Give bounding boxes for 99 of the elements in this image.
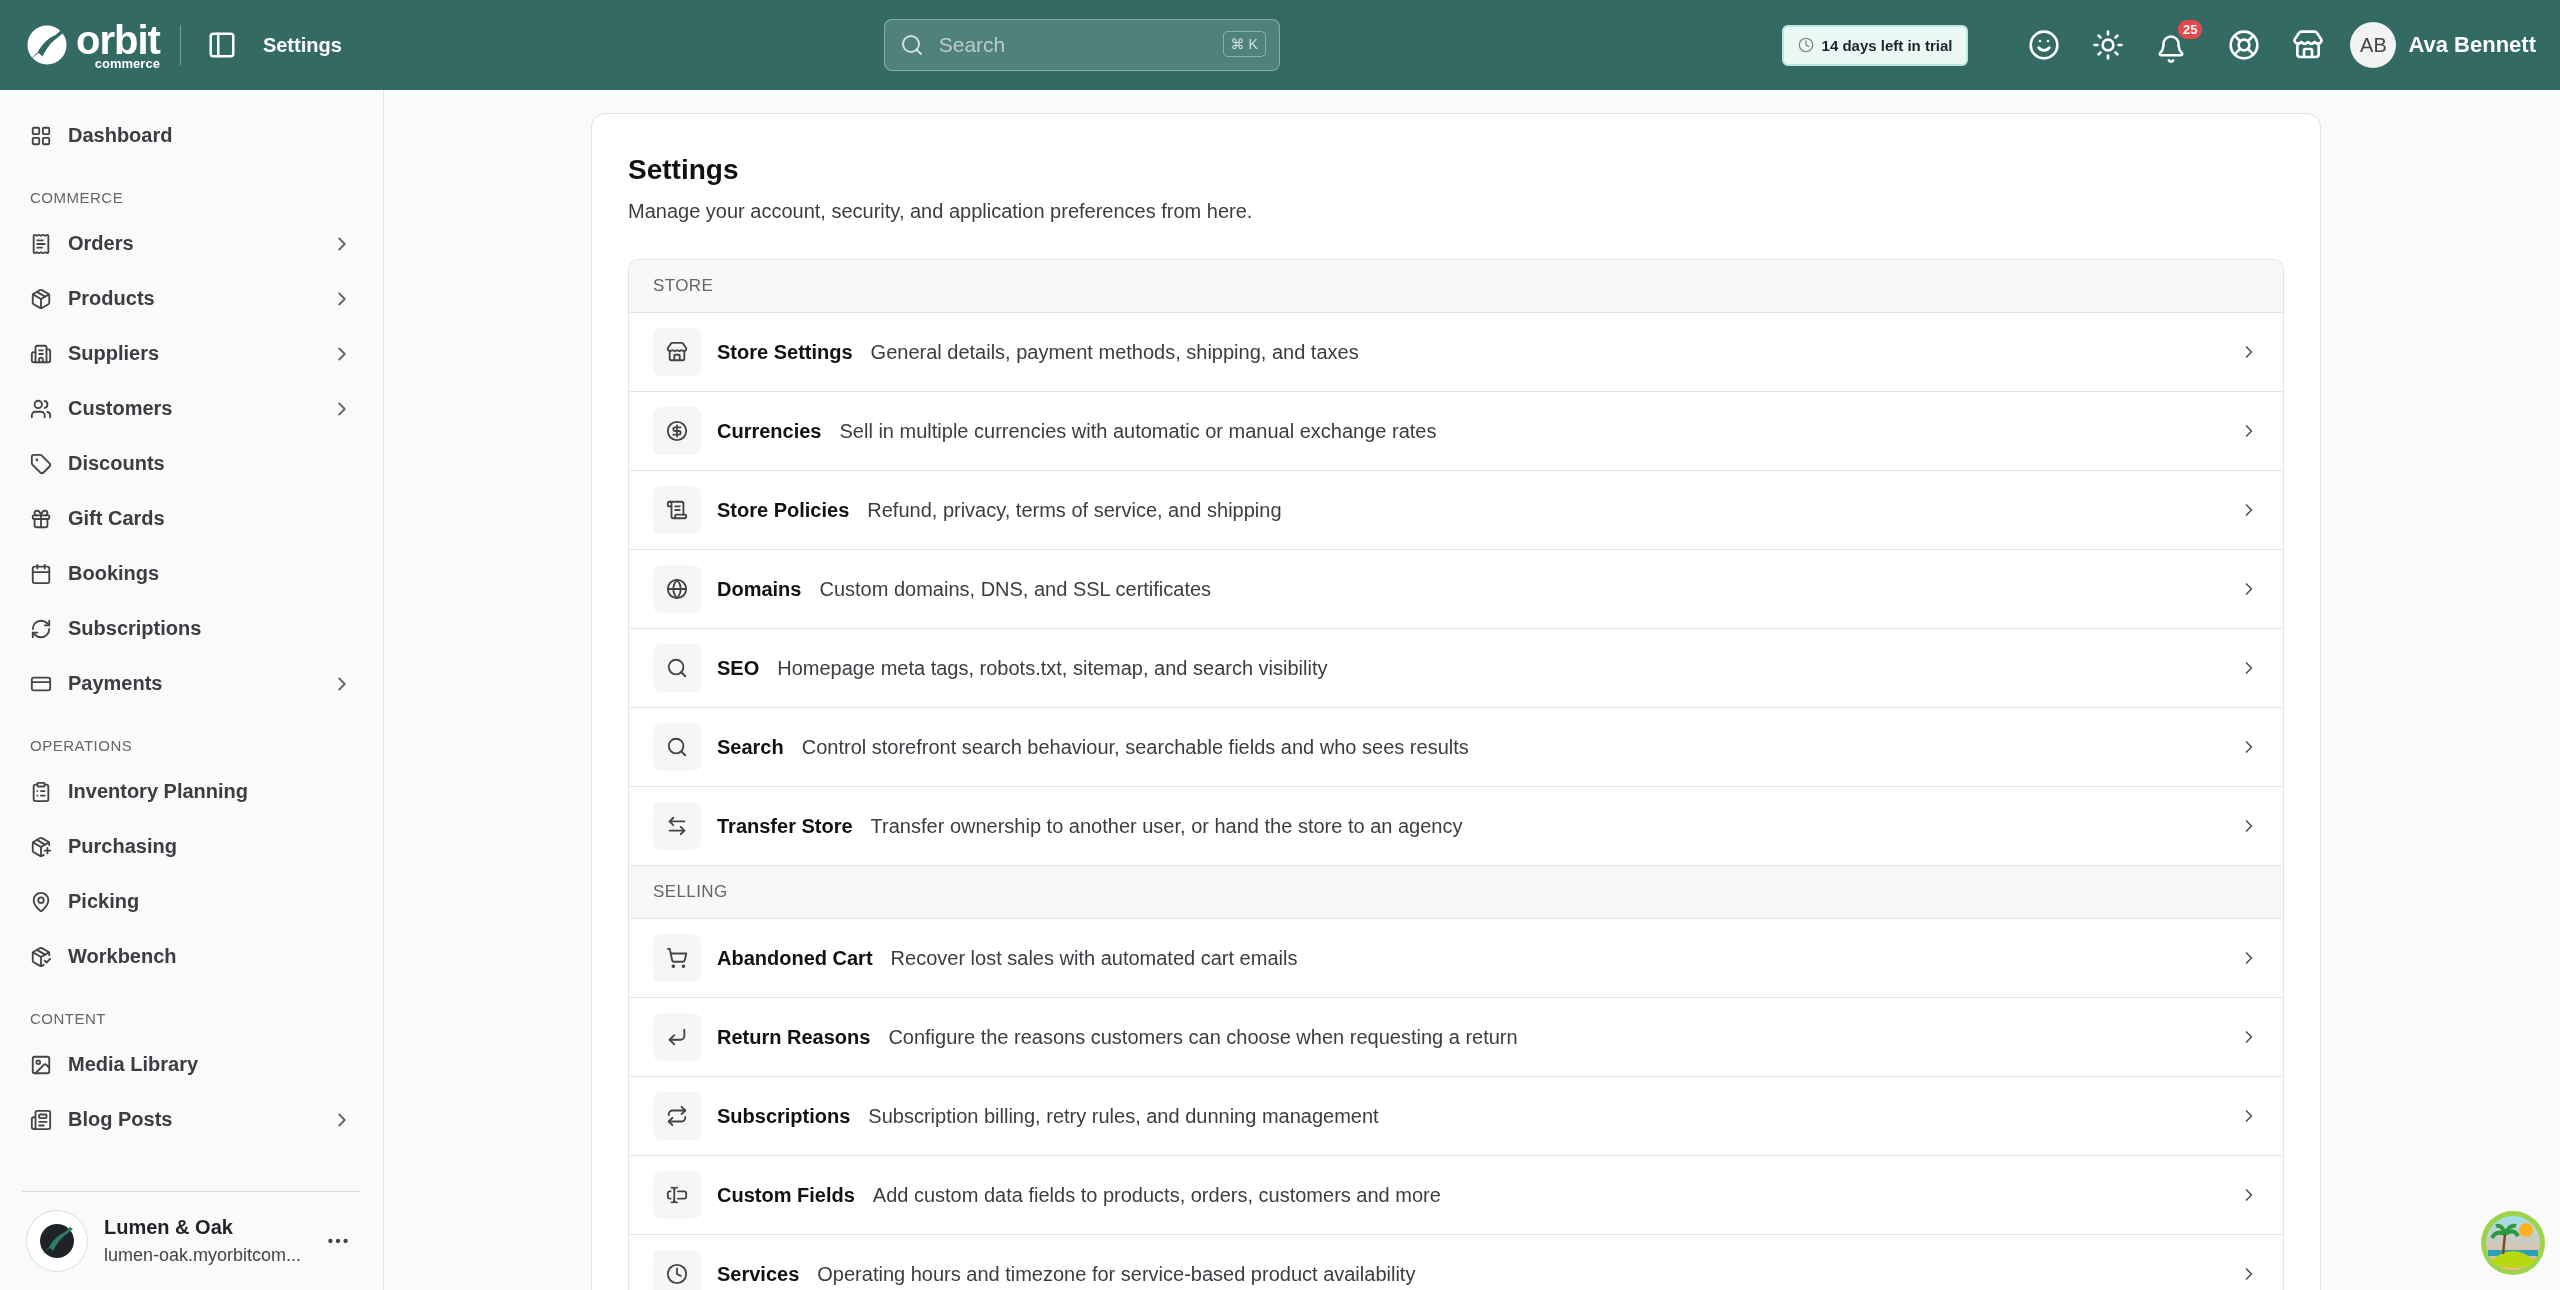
nav-icon bbox=[30, 617, 52, 640]
row-title: Services bbox=[717, 1262, 800, 1286]
row-icon bbox=[653, 934, 701, 982]
sidebar-item[interactable]: Workbench bbox=[22, 929, 361, 984]
row-title: Search bbox=[717, 735, 784, 759]
section-title: OPERATIONS bbox=[30, 737, 134, 754]
settings-row[interactable]: Abandoned Cart Recover lost sales with automated cart emails bbox=[629, 919, 2283, 998]
settings-row[interactable]: Subscriptions Subscription billing, retry rules, and dunning management bbox=[629, 1077, 2283, 1156]
row-title: Currencies bbox=[717, 419, 822, 443]
row-icon bbox=[653, 644, 701, 692]
row-title: Subscriptions bbox=[717, 1104, 851, 1128]
settings-subtitle: Manage your account, security, and application preferences from here. bbox=[628, 200, 1254, 223]
row-title: Store Policies bbox=[717, 498, 850, 522]
page-title: Settings bbox=[262, 33, 342, 57]
sidebar-item[interactable]: Dashboard bbox=[22, 108, 361, 163]
settings-row[interactable]: Custom Fields Add custom data fields to products, orders, customers and more bbox=[629, 1156, 2283, 1235]
sidebar-item[interactable]: Blog Posts bbox=[22, 1092, 361, 1147]
section-title: COMMERCE bbox=[30, 189, 125, 206]
nav-icon bbox=[30, 287, 52, 310]
trial-text: 14 days left in trial bbox=[1821, 36, 1953, 54]
nav-icon bbox=[30, 780, 52, 803]
sidebar-item[interactable]: Gift Cards bbox=[22, 491, 361, 546]
user-avatar[interactable]: AB bbox=[2350, 22, 2397, 68]
nav-icon bbox=[30, 562, 52, 585]
store-domain: lumen-oak.myorbitcom... bbox=[104, 1245, 303, 1266]
settings-row[interactable]: Store Policies Refund, privacy, terms of service, and shipping bbox=[629, 471, 2283, 550]
row-title: Transfer Store bbox=[717, 814, 853, 838]
row-description: General details, payment methods, shipping, and taxes bbox=[870, 340, 1360, 364]
user-name: Ava Bennett bbox=[2408, 32, 2536, 58]
nav-icon bbox=[30, 232, 52, 255]
assistant-avatar-button[interactable] bbox=[2480, 1210, 2546, 1276]
settings-row[interactable]: Services Operating hours and timezone for service-based product availability bbox=[629, 1235, 2283, 1290]
settings-row[interactable]: Store Settings General details, payment methods, shipping, and taxes bbox=[629, 313, 2283, 392]
row-description: Add custom data fields to products, orders, customers and more bbox=[872, 1183, 1442, 1207]
sidebar-item[interactable]: Purchasing bbox=[22, 819, 361, 874]
sidebar-item[interactable]: Suppliers bbox=[22, 326, 361, 381]
row-icon bbox=[653, 328, 701, 376]
notifications-button[interactable]: 25 bbox=[2150, 20, 2203, 70]
search-icon bbox=[899, 33, 924, 57]
row-description: Control storefront search behaviour, searchable fields and who sees results bbox=[801, 735, 1470, 759]
settings-title: Settings bbox=[628, 154, 740, 186]
sidebar-item[interactable]: Payments bbox=[22, 656, 361, 711]
row-title: Domains bbox=[717, 577, 802, 601]
group-header: SELLING bbox=[629, 866, 2283, 919]
row-title: Abandoned Cart bbox=[717, 946, 873, 970]
nav-icon bbox=[30, 397, 52, 420]
row-icon bbox=[653, 1092, 701, 1140]
sidebar-item[interactable]: Customers bbox=[22, 381, 361, 436]
nav-icon bbox=[30, 945, 52, 968]
nav-icon bbox=[30, 1053, 52, 1076]
sidebar-item[interactable]: Orders bbox=[22, 216, 361, 271]
shortcut-hint: ⌘ K bbox=[1222, 31, 1266, 57]
sidebar-item[interactable]: Discounts bbox=[22, 436, 361, 491]
logo-name: orbit bbox=[76, 20, 160, 60]
row-icon bbox=[653, 1013, 701, 1061]
row-title: SEO bbox=[717, 656, 760, 680]
nav-icon bbox=[30, 835, 52, 858]
row-title: Return Reasons bbox=[717, 1025, 871, 1049]
clock-icon bbox=[1797, 37, 1814, 53]
logo-tagline: commerce bbox=[94, 57, 160, 70]
settings-row[interactable]: Domains Custom domains, DNS, and SSL certificates bbox=[629, 550, 2283, 629]
section-title: CONTENT bbox=[30, 1010, 107, 1027]
row-title: Custom Fields bbox=[717, 1183, 855, 1207]
row-description: Recover lost sales with automated cart emails bbox=[890, 946, 1299, 970]
sidebar-item[interactable]: Products bbox=[22, 271, 361, 326]
trial-badge[interactable]: 14 days left in trial bbox=[1781, 24, 1969, 66]
group-header: STORE bbox=[629, 260, 2283, 313]
sidebar-item[interactable]: Bookings bbox=[22, 546, 361, 601]
nav-icon bbox=[30, 342, 52, 365]
nav-icon bbox=[30, 452, 52, 475]
store-name: Lumen & Oak bbox=[104, 1216, 234, 1239]
row-icon bbox=[653, 407, 701, 455]
row-icon bbox=[653, 486, 701, 534]
row-title: Store Settings bbox=[717, 340, 853, 364]
settings-row[interactable]: SEO Homepage meta tags, robots.txt, sitemap, and search visibility bbox=[629, 629, 2283, 708]
nav-icon bbox=[30, 890, 52, 913]
settings-row[interactable]: Search Control storefront search behaviour, searchable fields and who sees results bbox=[629, 708, 2283, 787]
settings-row[interactable]: Return Reasons Configure the reasons customers can choose when requesting a return bbox=[629, 998, 2283, 1077]
row-icon bbox=[653, 723, 701, 771]
row-description: Subscription billing, retry rules, and dunning management bbox=[868, 1104, 1380, 1128]
nav-icon bbox=[30, 1108, 52, 1131]
row-description: Homepage meta tags, robots.txt, sitemap, and search visibility bbox=[777, 656, 1329, 680]
sidebar-item[interactable]: Picking bbox=[22, 874, 361, 929]
sidebar-item[interactable]: Media Library bbox=[22, 1037, 361, 1092]
row-description: Transfer ownership to another user, or hand the store to an agency bbox=[870, 814, 1464, 838]
row-description: Configure the reasons customers can choose when requesting a return bbox=[888, 1025, 1519, 1049]
row-icon bbox=[653, 565, 701, 613]
row-description: Operating hours and timezone for service-based product availability bbox=[817, 1262, 1417, 1286]
settings-row[interactable]: Currencies Sell in multiple currencies with automatic or manual exchange rates bbox=[629, 392, 2283, 471]
row-description: Refund, privacy, terms of service, and shipping bbox=[867, 498, 1283, 522]
sidebar-item[interactable]: Subscriptions bbox=[22, 601, 361, 656]
row-description: Sell in multiple currencies with automatic or manual exchange rates bbox=[839, 419, 1438, 443]
nav-icon bbox=[30, 507, 52, 530]
sidebar-item[interactable]: Inventory Planning bbox=[22, 764, 361, 819]
row-icon bbox=[653, 802, 701, 850]
row-description: Custom domains, DNS, and SSL certificates bbox=[819, 577, 1213, 601]
notification-count: 25 bbox=[2178, 20, 2203, 39]
row-icon bbox=[653, 1171, 701, 1219]
nav-icon bbox=[30, 124, 52, 147]
